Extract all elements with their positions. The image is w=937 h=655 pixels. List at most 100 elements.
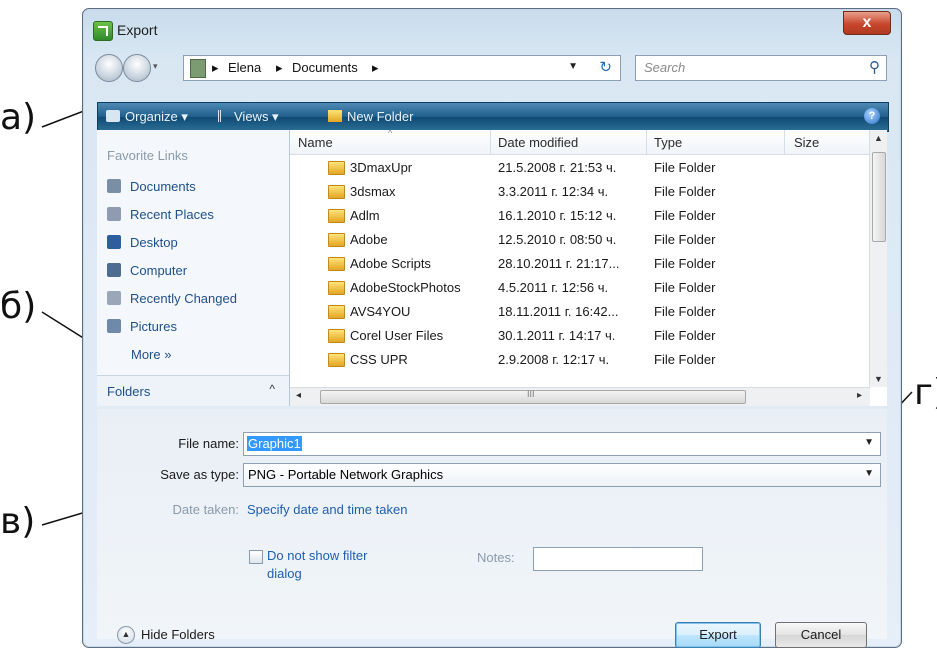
file-type: File Folder [654,184,716,199]
chevron-up-icon[interactable]: ▲ [117,626,135,644]
file-name-value: Graphic1 [247,436,302,451]
favorite-link-pictures[interactable]: Pictures [107,319,177,334]
column-header-size[interactable]: Size [794,135,819,150]
search-icon[interactable]: ⚲ [869,58,880,76]
computer-icon [107,263,121,277]
file-name-label: File name: [178,436,239,451]
file-date: 21.5.2008 г. 21:53 ч. [498,160,617,175]
folder-icon [328,233,345,247]
breadcrumb-separator-icon: ▸ [372,60,379,75]
hide-folders-button[interactable]: Hide Folders [141,627,215,642]
file-row[interactable]: 3DmaxUpr 21.5.2008 г. 21:53 ч. File Fold… [290,156,870,180]
back-button[interactable] [95,54,123,82]
annotation-label-a: а) [0,97,37,138]
chevron-down-icon[interactable]: ▼ [864,437,874,448]
file-name: Corel User Files [350,328,444,343]
file-name: Adlm [350,208,380,223]
breadcrumb-elena[interactable]: Elena [228,60,261,75]
favorite-link-desktop[interactable]: Desktop [107,235,178,250]
file-name: 3dsmax [350,184,396,199]
scroll-grip: III [527,389,535,399]
folder-icon [328,161,345,175]
favorite-link-label: Recently Changed [130,291,237,306]
annotation-label-b: б) [0,286,37,327]
save-as-type-select[interactable]: PNG - Portable Network Graphics ▼ [243,463,881,487]
organize-icon [106,110,120,122]
filter-dialog-checkbox[interactable] [249,550,263,564]
recent-places-icon [107,207,121,221]
export-button[interactable]: Export [675,622,761,648]
favorite-link-label: Computer [130,263,188,278]
sort-ascending-icon: ^ [388,128,393,138]
favorite-link-recent-places[interactable]: Recent Places [107,207,214,222]
file-date: 18.11.2011 г. 16:42... [498,304,619,319]
column-divider[interactable] [646,130,647,154]
file-name: Adobe [350,232,388,247]
filter-dialog-label-line1[interactable]: Do not show filter [267,548,367,563]
file-name: Adobe Scripts [350,256,431,271]
folder-icon [328,209,345,223]
file-date: 3.3.2011 г. 12:34 ч. [498,184,609,199]
file-row[interactable]: AVS4YOU 18.11.2011 г. 16:42... File Fold… [290,300,870,324]
file-row[interactable]: Adobe 12.5.2010 г. 08:50 ч. File Folder [290,228,870,252]
column-divider[interactable] [490,130,491,154]
horizontal-scrollbar[interactable]: ◂ III ▸ [290,387,870,406]
more-links[interactable]: More » [131,347,171,362]
save-options-panel: File name: Graphic1 ▼ Save as type: PNG … [97,409,887,648]
horizontal-scroll-thumb[interactable]: III [320,389,746,404]
chevron-down-icon[interactable]: ▼ [864,468,874,479]
toolbar: Organize ▾ Views ▾ New Folder ? [97,102,889,132]
filter-dialog-label-line2[interactable]: dialog [267,566,302,581]
file-row[interactable]: 3dsmax 3.3.2011 г. 12:34 ч. File Folder [290,180,870,204]
scroll-left-icon[interactable]: ◂ [296,390,301,401]
close-button[interactable]: x [843,11,891,35]
views-button[interactable]: Views ▾ [218,109,279,125]
column-header-date-modified[interactable]: Date modified [498,135,578,150]
address-bar[interactable]: ▸ Elena ▸ Documents ▸ ▼ ↻ [183,55,621,81]
vertical-scroll-thumb[interactable] [872,152,886,242]
forward-button[interactable] [123,54,151,82]
column-header-name[interactable]: Name [298,135,333,150]
column-header-type[interactable]: Type [654,135,682,150]
specify-date-link[interactable]: Specify date and time taken [247,502,407,517]
folder-icon [328,185,345,199]
breadcrumb-separator-icon: ▸ [212,60,219,75]
chevron-up-icon: ^ [269,382,275,396]
file-date: 16.1.2010 г. 15:12 ч. [498,208,617,223]
scroll-right-icon[interactable]: ▸ [857,390,862,401]
file-date: 4.5.2011 г. 12:56 ч. [498,280,609,295]
favorite-link-documents[interactable]: Documents [107,179,196,194]
column-divider[interactable] [784,130,785,154]
address-dropdown-icon[interactable]: ▼ [568,61,578,72]
save-as-type-label: Save as type: [160,467,239,482]
scroll-up-icon[interactable]: ▲ [874,133,883,143]
file-row[interactable]: CSS UPR 2.9.2008 г. 12:17 ч. File Folder [290,348,870,372]
help-icon[interactable]: ? [864,108,880,124]
folder-icon [328,281,345,295]
vertical-scrollbar[interactable]: ▲ ▼ [869,130,887,387]
favorite-link-computer[interactable]: Computer [107,263,187,278]
breadcrumb-documents[interactable]: Documents [292,60,358,75]
column-header-row: Name ^ Date modified Type Size [290,128,870,155]
file-type: File Folder [654,304,716,319]
organize-button[interactable]: Organize ▾ [106,109,188,125]
app-icon [93,21,113,41]
cancel-button[interactable]: Cancel [775,622,867,648]
file-row[interactable]: Adobe Scripts 28.10.2011 г. 21:17... Fil… [290,252,870,276]
file-row[interactable]: AdobeStockPhotos 4.5.2011 г. 12:56 ч. Fi… [290,276,870,300]
notes-input[interactable] [533,547,703,571]
navigation-pane: Favorite Links Documents Recent Places D… [97,130,290,406]
scroll-down-icon[interactable]: ▼ [874,374,883,384]
favorite-link-label: Recent Places [130,207,214,222]
file-date: 30.1.2011 г. 14:17 ч. [498,328,616,343]
search-box[interactable]: Search ⚲ [635,55,887,81]
file-row[interactable]: Adlm 16.1.2010 г. 15:12 ч. File Folder [290,204,870,228]
file-name-input[interactable]: Graphic1 ▼ [243,432,881,456]
refresh-icon[interactable]: ↻ [599,58,612,76]
views-icon [218,110,229,122]
recent-pages-icon[interactable]: ▾ [153,61,158,72]
file-row[interactable]: Corel User Files 30.1.2011 г. 14:17 ч. F… [290,324,870,348]
folders-toggle[interactable]: Folders ^ [97,375,289,406]
favorite-link-recently-changed[interactable]: Recently Changed [107,291,237,306]
new-folder-button[interactable]: New Folder [328,109,413,124]
